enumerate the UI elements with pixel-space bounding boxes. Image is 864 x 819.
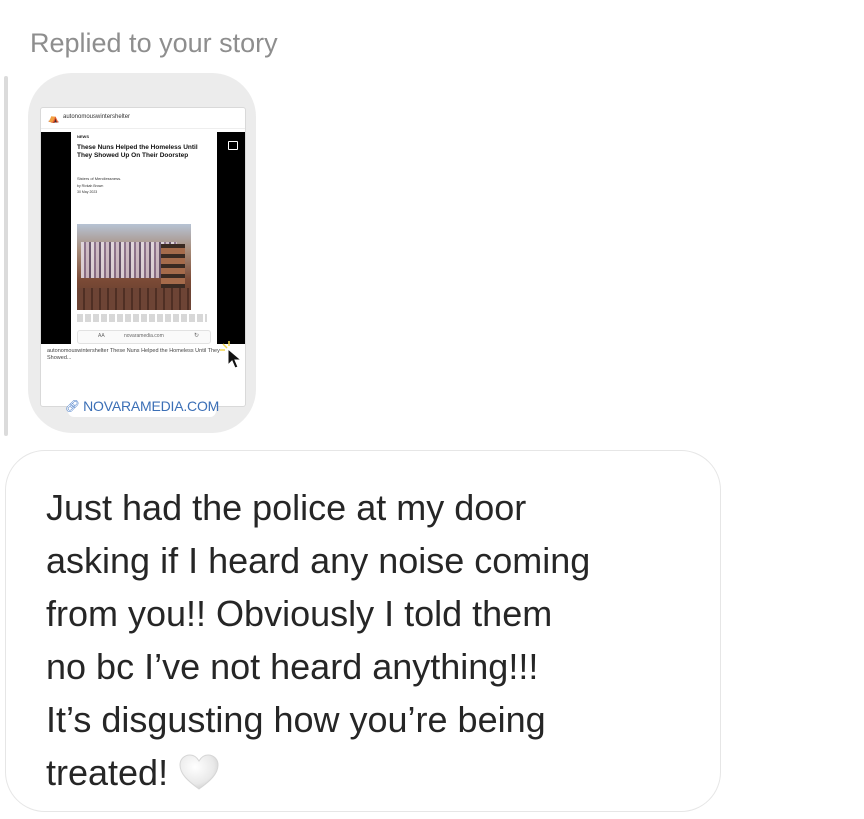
multi-post-icon [228,141,238,150]
message-line: no bc I’ve not heard anything!!! [46,646,539,687]
story-reply-card[interactable]: ⛺ autonomouswintershelter NEWS These Nun… [28,73,256,433]
replied-to-story-label: Replied to your story [30,28,278,58]
url-text: novaramedia.com [124,333,164,339]
article-kicker: NEWS [77,134,89,139]
browser-url-bar: AA novaramedia.com ↻ [77,330,211,344]
message-last-line: treated! [46,746,706,799]
message-line: It’s disgusting how you’re being [46,699,546,740]
message-line: asking if I heard any noise coming [46,540,591,581]
article-byline: by Rivkah Brown [77,184,104,188]
black-bar-right [217,132,245,344]
message-line: Just had the police at my door [46,487,527,528]
post-header: ⛺ autonomouswintershelter [41,108,245,129]
message-bubble[interactable]: Just had the police at my door asking if… [5,450,721,812]
article-photo [77,224,191,310]
account-logo-icon: ⛺ [48,113,60,123]
article-photo-caption [77,314,207,322]
text-size-button: AA [98,333,105,339]
article-subtitle: Sisters of Mercilessness. [77,176,122,181]
article-date: 30 May 2023 [77,190,98,194]
post-caption: autonomouswintershelter These Nuns Helpe… [47,348,237,362]
account-name: autonomouswintershelter [63,114,131,120]
article-title: These Nuns Helped the Homeless Until The… [77,144,198,159]
story-link-sticker[interactable]: 🔗︎ NOVARAMEDIA.COM [64,395,220,417]
black-bar-left [41,132,71,344]
photo-ground [77,288,191,310]
reload-icon: ↻ [194,333,200,339]
cursor-arrow-icon [220,341,243,369]
quote-bar [4,76,8,436]
message-line: from you!! Obviously I told them [46,593,553,634]
link-sticker-label: NOVARAMEDIA.COM [83,398,220,414]
link-icon: 🔗︎ [64,399,81,413]
white-heart-icon [179,754,219,790]
message-line: treated! [46,752,169,793]
story-post-screenshot: ⛺ autonomouswintershelter NEWS These Nun… [40,107,246,407]
caption-account: autonomouswintershelter [47,348,109,354]
message-text: Just had the police at my door asking if… [46,481,706,799]
